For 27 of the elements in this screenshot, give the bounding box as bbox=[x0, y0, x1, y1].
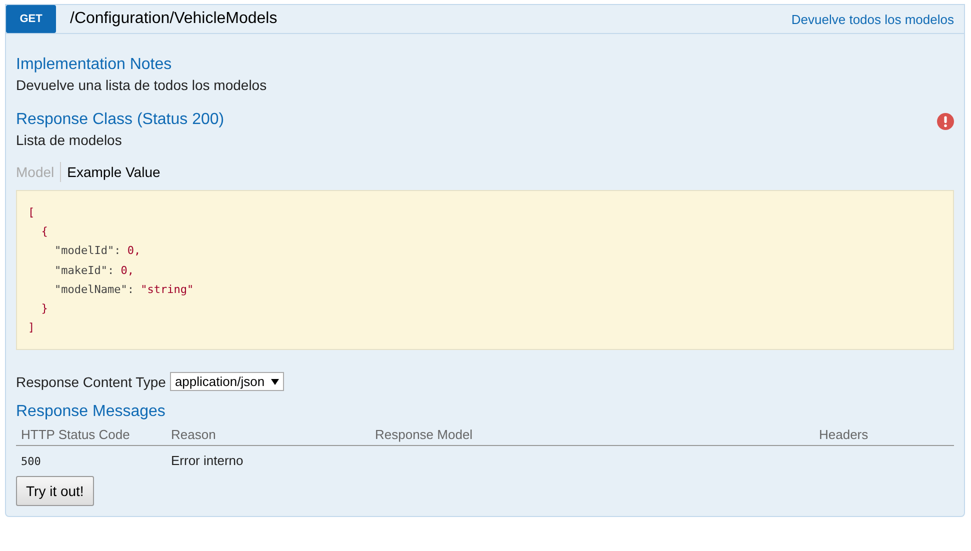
error-icon[interactable] bbox=[937, 113, 954, 130]
code-line: [ bbox=[28, 206, 35, 219]
endpoint-summary[interactable]: Devuelve todos los modelos bbox=[791, 12, 954, 26]
endpoint-path[interactable]: /Configuration/VehicleModels bbox=[70, 10, 278, 28]
section-heading: Implementation Notes bbox=[16, 56, 172, 74]
code-line: { bbox=[40, 225, 48, 238]
try-it-out-button[interactable]: Try it out! bbox=[16, 476, 94, 506]
content-type-dropdown[interactable]: application/json bbox=[170, 372, 284, 392]
section-heading: Response Messages bbox=[16, 403, 166, 422]
caret-icon bbox=[270, 378, 279, 385]
column-header: HTTP Status Code bbox=[21, 427, 130, 442]
notes-text: Devuelve una lista de todos los modelos bbox=[16, 77, 268, 93]
code-line: "modelId": 0, bbox=[53, 244, 141, 258]
column-header: Reason bbox=[171, 427, 216, 442]
code-line: } bbox=[40, 302, 48, 316]
table-cell: Error interno bbox=[171, 453, 244, 468]
column-header: Response Model bbox=[375, 427, 473, 442]
status-code: 500 bbox=[21, 455, 41, 468]
tab[interactable]: Example Value bbox=[61, 162, 166, 182]
column-header: Headers bbox=[819, 427, 868, 442]
method-badge[interactable]: GET bbox=[6, 5, 56, 33]
code-line: "modelName": "string" bbox=[53, 282, 194, 296]
code-line: "makeId": 0, bbox=[53, 264, 134, 277]
code-line: ] bbox=[28, 321, 35, 334]
section-heading: Response Class (Status 200) bbox=[16, 111, 224, 129]
response-class-text: Lista de modelos bbox=[16, 132, 123, 148]
content-type-label: Response Content Type bbox=[16, 374, 166, 390]
